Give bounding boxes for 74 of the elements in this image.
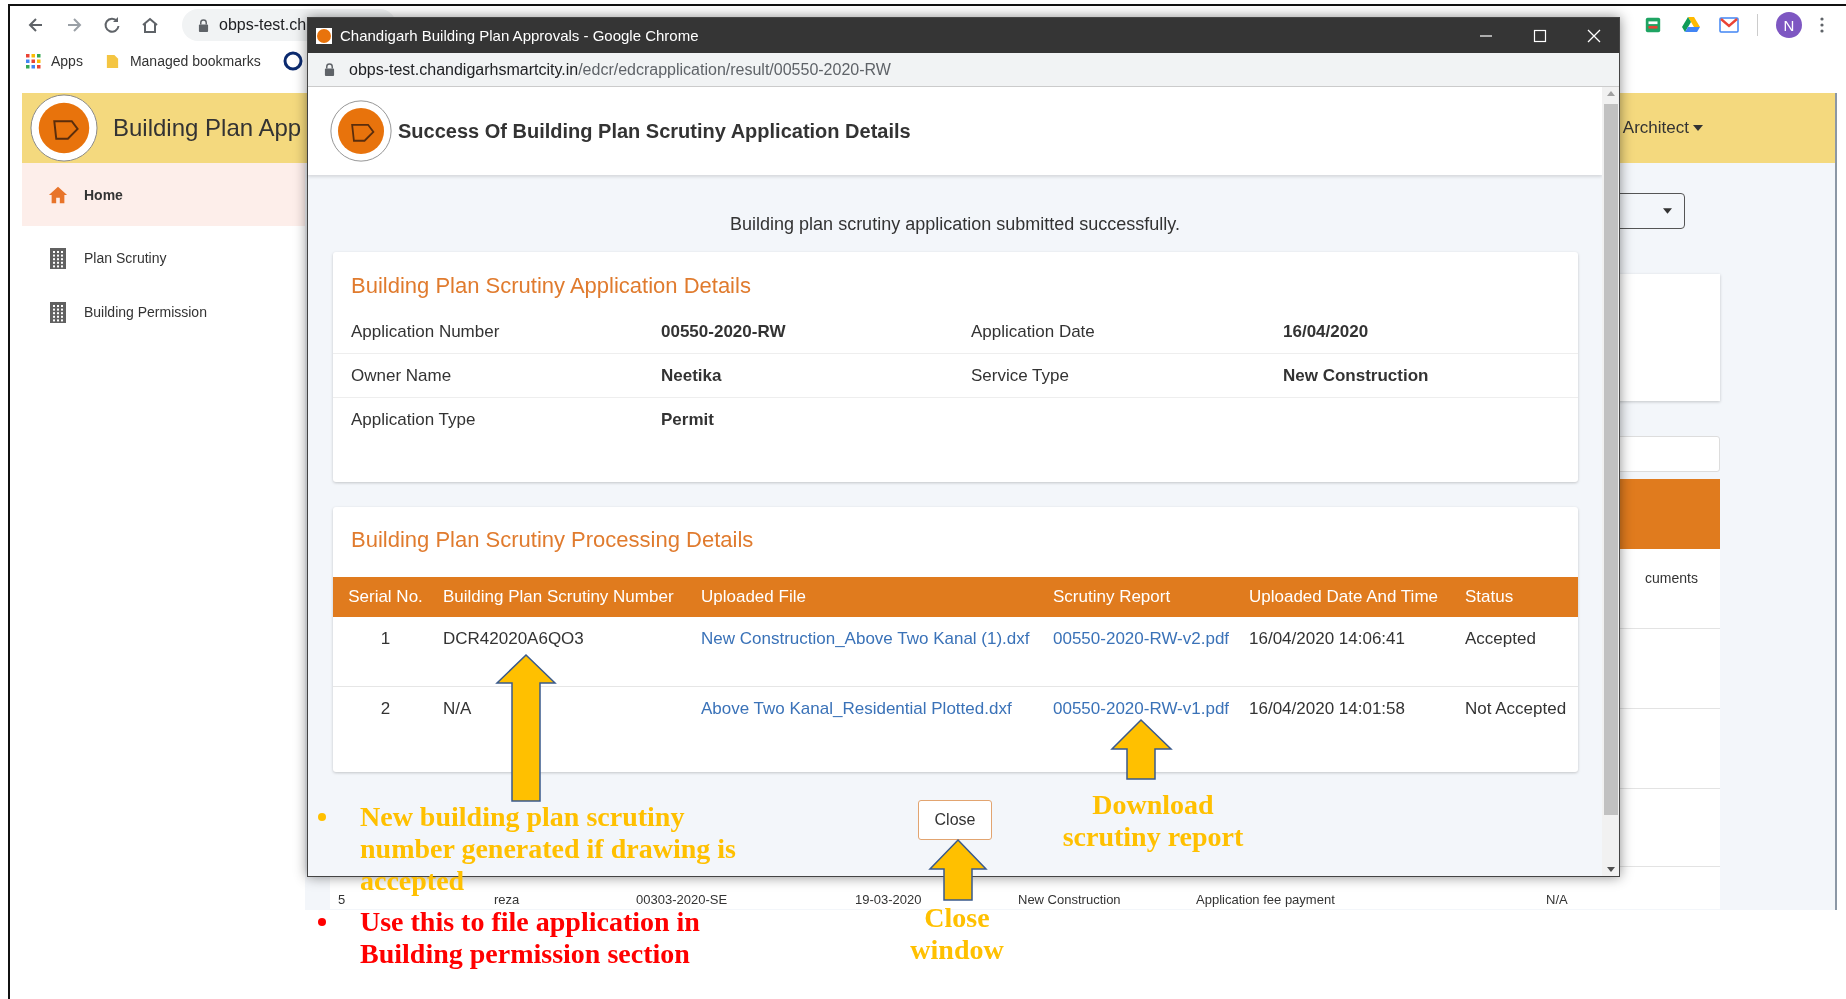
caret-icon [1693, 125, 1703, 131]
building-icon [48, 301, 68, 323]
file-link[interactable]: New Construction_Above Two Kanal (1).dxf [696, 629, 1048, 686]
table-cell-text: 16/04/2020 14:01:58 [1248, 699, 1406, 720]
drive-icon[interactable] [1681, 16, 1701, 34]
table-cell: N/A [1546, 893, 1568, 907]
sidebar-item[interactable]: Building Permission [22, 285, 305, 339]
table-cell: Application fee payment [1196, 893, 1335, 907]
column-header: Scrutiny Report [1052, 587, 1172, 607]
home-icon[interactable] [140, 15, 160, 35]
table-cell-text: 16/04/2020 14:06:41 [1248, 629, 1406, 650]
table-cell-text: Not Accepted [1464, 699, 1568, 720]
table-cell: New Construction [1018, 893, 1121, 907]
card-title: Building Plan Scrutiny Application Details [350, 272, 752, 300]
table-cell: cuments [1645, 570, 1698, 586]
column-header: Uploaded File [700, 587, 807, 607]
table-cell: 00303-2020-SE [636, 893, 728, 907]
sidebar-item[interactable]: Plan Scrutiny [22, 231, 305, 285]
column-header: Uploaded Date And Time [1248, 587, 1439, 607]
card-title: Building Plan Scrutiny Processing Details [350, 526, 755, 554]
table-cell-text: N/A [442, 699, 473, 720]
emblem-icon [316, 27, 332, 44]
scrollbar[interactable] [1602, 87, 1619, 876]
page-title: Success Of Building Plan Scrutiny Application Details [398, 119, 911, 143]
annotation-text: Download scrutiny report [1062, 789, 1244, 853]
page-url: obps-test.chandigarhsmartcity.in/edcr/edcrapplication/result/00550-2020-RW [349, 60, 891, 79]
table-cell-text: Accepted [1464, 629, 1537, 650]
lock-icon [198, 18, 209, 32]
field-value: 00550-2020-RW [661, 321, 787, 342]
building-icon [48, 247, 68, 269]
menu-icon[interactable] [1820, 17, 1824, 33]
field-value: Neetika [661, 365, 723, 386]
success-message: Building plan scrutiny application submitted successfully. [730, 213, 1180, 236]
bookmark-link[interactable]: Managed bookmarks [129, 53, 261, 69]
caret-icon [1663, 208, 1672, 214]
emblem-logo [30, 94, 98, 162]
field-label: Application Number [351, 321, 501, 342]
column-header: Status [1464, 587, 1515, 607]
profile-avatar[interactable]: N [1776, 12, 1802, 38]
file-link[interactable]: Above Two Kanal_Residential Plotted.dxf [696, 699, 1048, 745]
field-label: Application Type [351, 409, 477, 430]
column-header: Building Plan Scrutiny Number [442, 587, 675, 607]
table-cell-text: 2 [379, 699, 392, 720]
field-label: Service Type [971, 365, 1070, 386]
field-label: Application Date [971, 321, 1096, 342]
mail-icon[interactable] [1719, 16, 1739, 34]
table-cell: 19-03-2020 [855, 893, 922, 907]
emblem-logo [330, 100, 392, 162]
column-header: Serial No. [347, 587, 424, 607]
table-cell: reza [494, 893, 520, 907]
maximize-icon[interactable] [1533, 28, 1547, 43]
callout-arrow [928, 838, 988, 902]
table-cell-text: 1 [379, 629, 392, 650]
user-menu[interactable]: Architect [1622, 118, 1703, 138]
close-icon[interactable] [1587, 28, 1601, 43]
report-link[interactable]: 00550-2020-RW-v2.pdf [1048, 629, 1244, 686]
apps-grid-icon[interactable] [26, 53, 41, 69]
field-value: New Construction [1283, 365, 1430, 386]
annotation-text: Use this to file application in Building permission section [360, 906, 700, 970]
table-cell-text: DCR42020A6QO3 [442, 629, 585, 650]
table-cell: 5 [338, 893, 346, 907]
field-value: Permit [661, 409, 715, 430]
callout-arrow [1110, 718, 1173, 781]
circle-logo-icon[interactable] [282, 51, 303, 71]
reload-icon[interactable] [102, 15, 122, 35]
report-link[interactable]: 00550-2020-RW-v1.pdf [1048, 699, 1244, 745]
field-value: 16/04/2020 [1283, 321, 1370, 342]
spreadsheet-icon[interactable] [1643, 16, 1663, 34]
field-label: Owner Name [351, 365, 453, 386]
lock-icon [324, 63, 335, 76]
close-button[interactable]: Close [918, 800, 992, 840]
bookmark-link[interactable]: Apps [51, 53, 83, 69]
app-title: Building Plan App [113, 114, 302, 142]
sidebar-item[interactable]: Home [22, 163, 305, 226]
